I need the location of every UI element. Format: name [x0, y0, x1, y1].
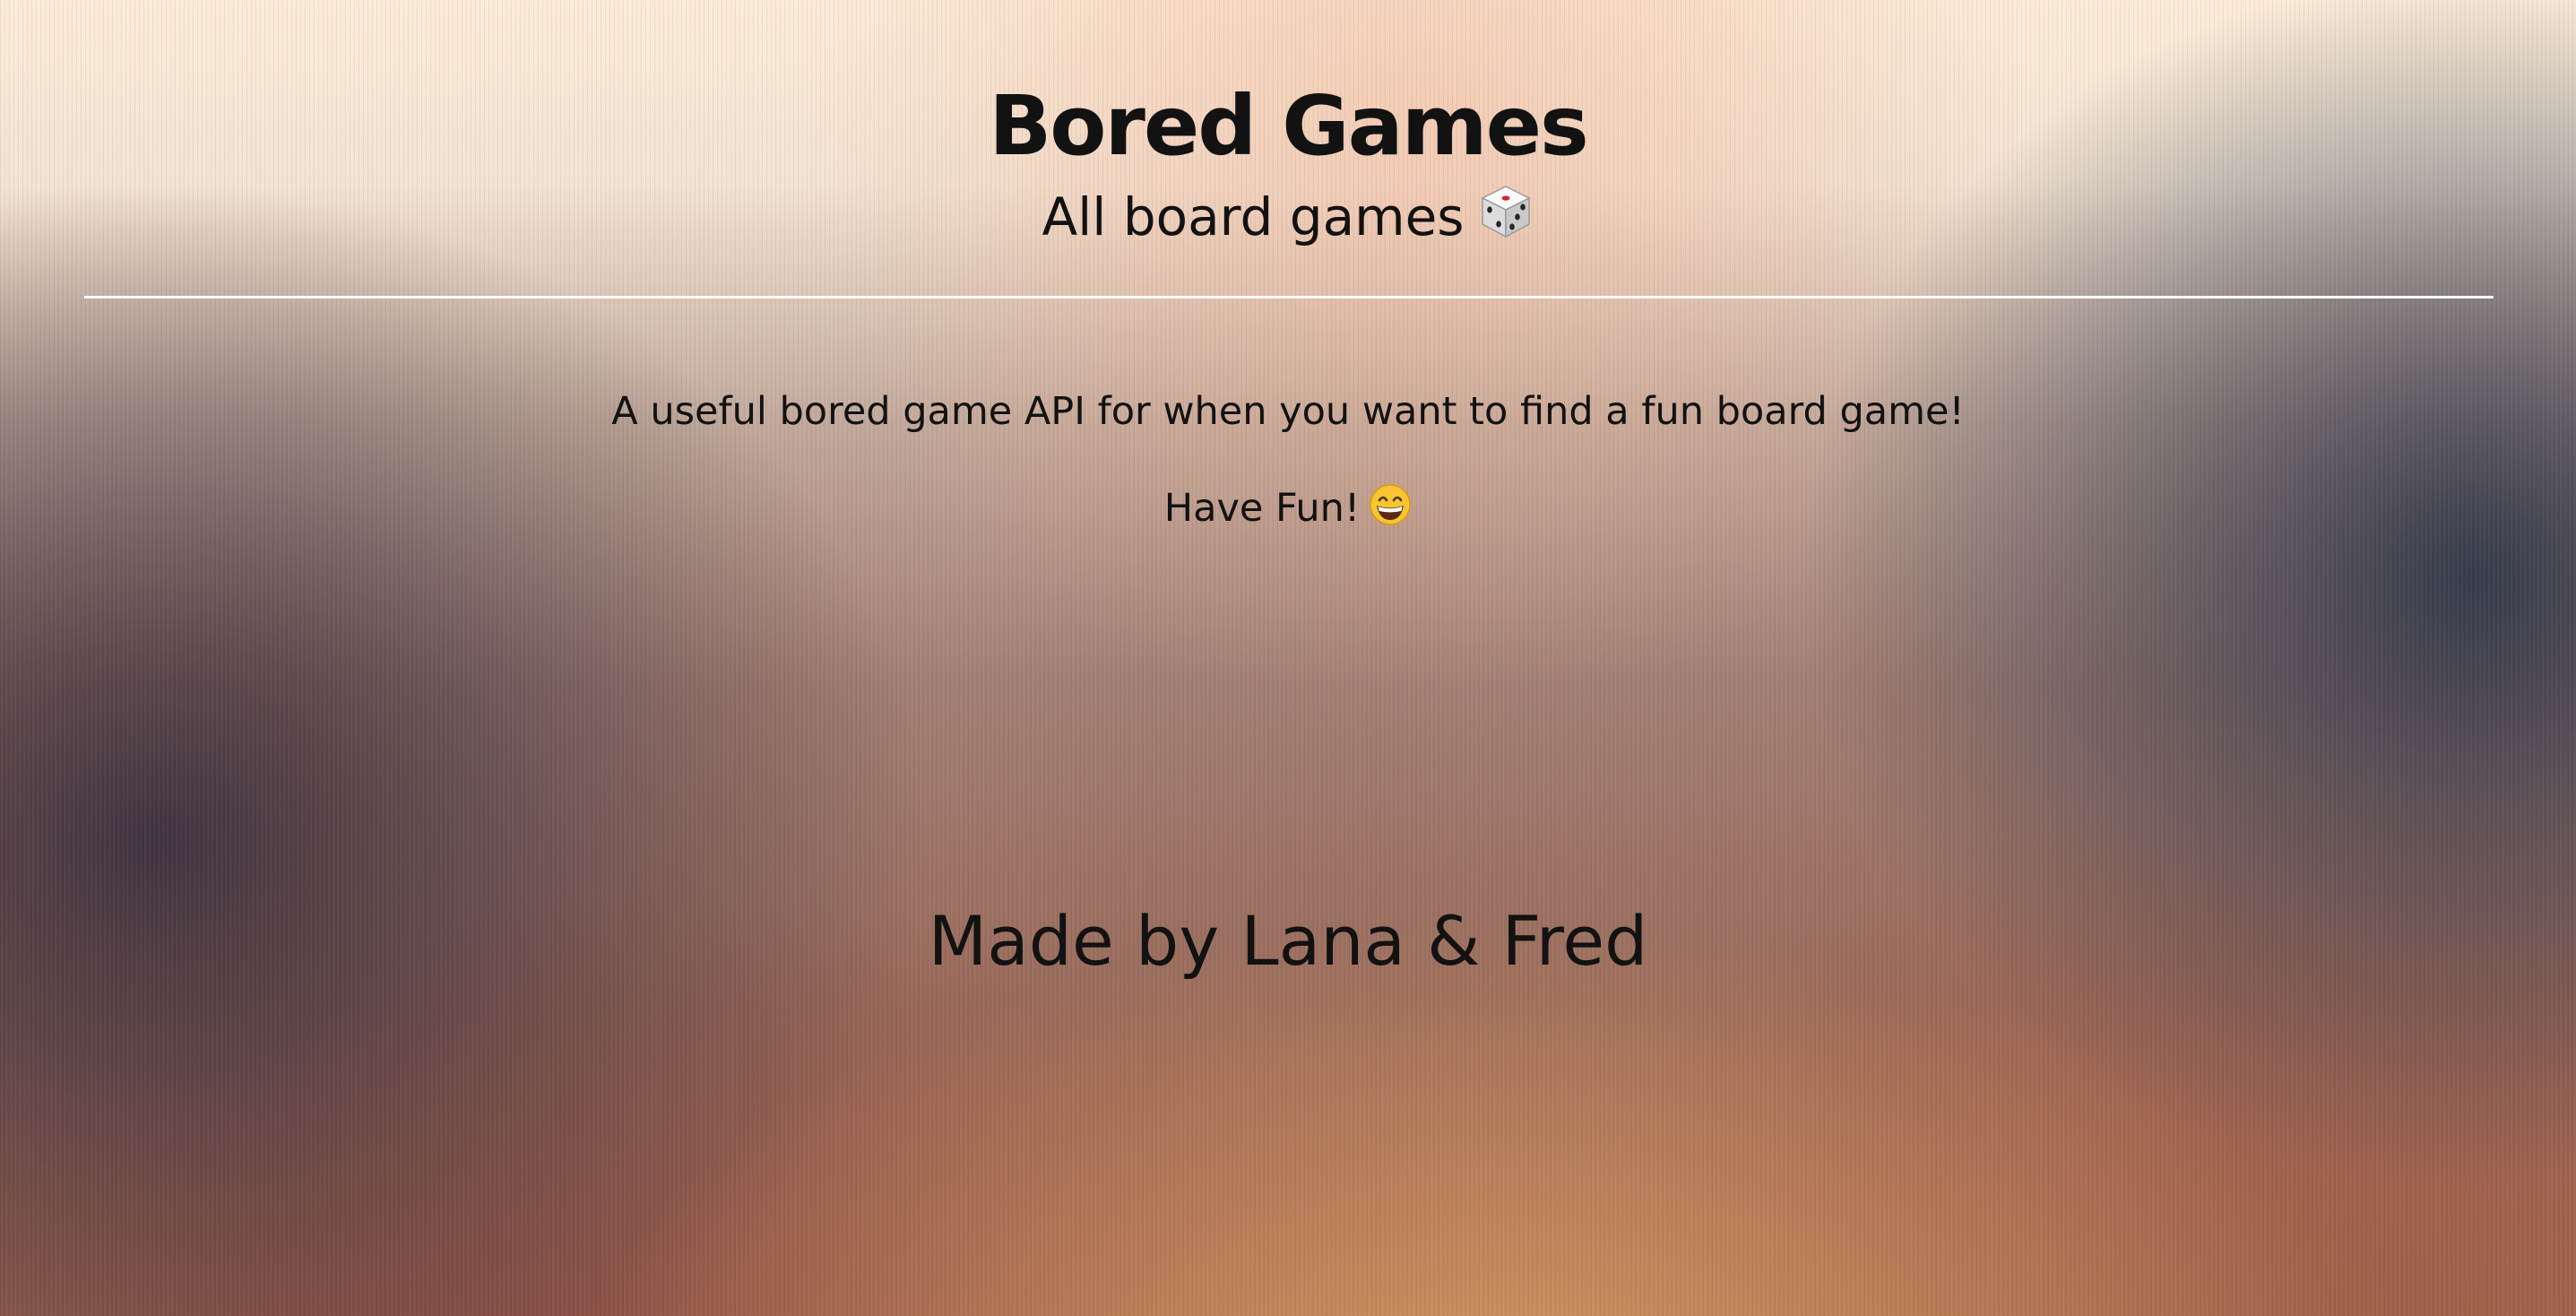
- grinning-face-icon: [1369, 483, 1412, 541]
- page-title: Bored Games: [989, 78, 1589, 174]
- page-footer: Made by Lana & Fred: [0, 895, 2576, 988]
- tagline-text: Have Fun!: [1163, 486, 1361, 531]
- page-subtitle-text: All board games: [1042, 186, 1465, 247]
- tagline: Have Fun!: [0, 481, 2576, 541]
- api-description: A useful bored game API for when you wan…: [611, 389, 1965, 434]
- footer-credit: Made by Lana & Fred: [928, 901, 1648, 981]
- page-subtitle: All board games: [0, 183, 2576, 256]
- header-divider: [84, 296, 2494, 299]
- game-die-icon: [1477, 183, 1534, 256]
